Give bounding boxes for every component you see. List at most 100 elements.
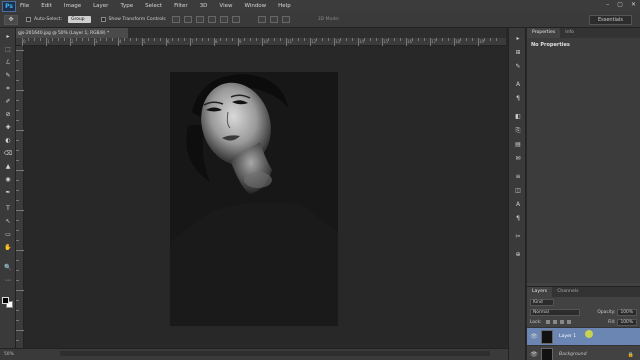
menu-help[interactable]: Help [278, 3, 291, 9]
ruler-tick [16, 120, 19, 121]
mouse-cursor-highlight [585, 330, 593, 338]
move-tool-preset[interactable]: ✥ [4, 14, 18, 25]
layer-row-background[interactable]: 👁 Background 🔒 [527, 345, 640, 360]
minimize-icon[interactable]: – [606, 1, 609, 8]
document-image[interactable] [170, 72, 338, 326]
lasso-tool-icon[interactable]: ℒ [3, 58, 13, 67]
ruler-tick [16, 210, 24, 211]
align-top-icon[interactable] [171, 16, 180, 23]
align-middle-icon[interactable] [183, 16, 192, 23]
menu-edit[interactable]: Edit [41, 3, 52, 9]
brush-panel-icon[interactable]: ✎ [513, 62, 523, 71]
menu-window[interactable]: Window [244, 3, 266, 9]
ruler-minor-tick [208, 38, 209, 41]
quick-select-tool-icon[interactable]: ✎ [3, 71, 13, 80]
menu-type[interactable]: Type [120, 3, 133, 9]
tab-info[interactable]: Info [560, 28, 579, 38]
path-selection-tool-icon[interactable]: ▭ [3, 230, 13, 239]
tab-channels[interactable]: Channels [552, 287, 583, 297]
options-bar: ✥ Auto-Select: Group Show Transform Cont… [0, 12, 640, 28]
lock-pixels-icon[interactable] [552, 320, 557, 324]
ruler-minor-tick [490, 38, 491, 41]
adjustments-panel-icon[interactable]: ≡ [513, 172, 523, 181]
blend-mode-select[interactable]: Normal [530, 308, 580, 316]
marquee-tool-icon[interactable]: ⬚ [3, 45, 13, 54]
menu-filter[interactable]: Filter [174, 3, 188, 9]
vertical-ruler[interactable] [16, 46, 24, 348]
ruler-minor-tick [88, 38, 89, 41]
rectangle-tool-icon[interactable]: ✋ [3, 243, 13, 252]
menu-3d[interactable]: 3D [200, 3, 208, 9]
crop-tool-icon[interactable]: ⌗ [3, 84, 13, 93]
layer-kind-filter[interactable]: Kind [530, 298, 554, 306]
lock-position-icon[interactable] [559, 320, 564, 324]
align-right-icon[interactable] [231, 16, 240, 23]
clone-source-panel-icon[interactable]: ⎘ [513, 126, 523, 135]
distribute-middle-icon[interactable] [269, 16, 278, 23]
horizontal-ruler[interactable]: 0 1 2 3 4 5 6 7 8 9 10 11 12 13 14 15 16 17 18 19 [16, 38, 506, 46]
move-tool-icon[interactable]: ▸ [3, 32, 13, 41]
dock-collapse-icon[interactable]: ▸ [513, 34, 523, 43]
healing-brush-tool-icon[interactable]: ⊘ [3, 110, 13, 119]
layer-row-layer-1[interactable]: 👁 Layer 1 [527, 327, 640, 345]
document-tab[interactable]: gjs-201640.jpg @ 50% (Layer 1, RGB/8) * [16, 28, 128, 38]
ruler-tick [16, 190, 19, 191]
ruler-tick-label: 6 [167, 39, 170, 44]
lock-transparent-icon[interactable] [545, 320, 550, 324]
styles-panel-icon[interactable]: ▤ [513, 140, 523, 149]
ruler-minor-tick [160, 38, 161, 41]
opacity-input[interactable]: 100% [617, 308, 637, 316]
menu-view[interactable]: View [219, 3, 232, 9]
eye-icon[interactable]: 👁 [527, 351, 541, 358]
hand-tool-icon[interactable]: 🔍 [3, 263, 13, 272]
eyedropper-tool-icon[interactable]: ✐ [3, 97, 13, 106]
menu-file[interactable]: File [20, 3, 29, 9]
close-icon[interactable]: ✕ [631, 1, 636, 8]
align-bottom-icon[interactable] [195, 16, 204, 23]
character-styles-panel-icon[interactable]: A [513, 200, 523, 209]
tab-layers[interactable]: Layers [527, 287, 553, 297]
foreground-color-swatch[interactable] [2, 297, 9, 304]
character-panel-icon[interactable]: A [513, 80, 523, 89]
fill-input[interactable]: 100% [617, 318, 637, 326]
distribute-bottom-icon[interactable] [281, 16, 290, 23]
notes-panel-icon[interactable]: ✉ [513, 154, 523, 163]
menu-image[interactable]: Image [64, 3, 81, 9]
horizontal-scrollbar[interactable] [60, 351, 490, 356]
menu-layer[interactable]: Layer [93, 3, 108, 9]
eraser-tool-icon[interactable]: ▲ [3, 162, 13, 171]
paragraph-panel-icon[interactable]: ¶ [513, 94, 523, 103]
swatches-panel-icon[interactable]: ◧ [513, 112, 523, 121]
transform-controls-checkbox[interactable]: Show Transform Controls [100, 17, 166, 22]
transform-controls-label: Show Transform Controls [108, 17, 166, 22]
auto-select-dropdown[interactable]: Group [68, 16, 91, 23]
zoom-level[interactable]: 50% [4, 352, 14, 357]
align-left-icon[interactable] [207, 16, 216, 23]
zoom-tool-icon[interactable]: ⋯ [3, 276, 13, 285]
align-center-icon[interactable] [219, 16, 228, 23]
paragraph-styles-panel-icon[interactable]: ¶ [513, 214, 523, 223]
clone-stamp-tool-icon[interactable]: ◐ [3, 136, 13, 145]
gradient-tool-icon[interactable]: ◉ [3, 175, 13, 184]
type-tool-icon[interactable]: ↖ [3, 217, 13, 226]
auto-select-checkbox[interactable]: Auto-Select: [26, 17, 62, 22]
dodge-tool-icon[interactable]: ✒ [3, 188, 13, 197]
navigator-panel-icon[interactable]: ◫ [513, 186, 523, 195]
workspace-switcher[interactable]: Essentials [588, 15, 632, 25]
lock-fill-row: Lock: Fill: 100% [527, 317, 640, 327]
lock-all-icon[interactable] [566, 320, 571, 324]
tab-properties[interactable]: Properties [527, 28, 561, 38]
history-panel-icon[interactable]: ⊞ [513, 48, 523, 57]
maximize-icon[interactable]: ▢ [617, 1, 623, 8]
ruler-tick [16, 290, 24, 291]
menu-select[interactable]: Select [145, 3, 162, 9]
distribute-top-icon[interactable] [257, 16, 266, 23]
pen-tool-icon[interactable]: T [3, 204, 13, 213]
ruler-tick [16, 140, 19, 141]
tool-presets-panel-icon[interactable]: ✂ [513, 232, 523, 241]
ruler-minor-tick [370, 38, 371, 41]
3d-panel-icon[interactable]: ⊕ [513, 250, 523, 259]
history-brush-tool-icon[interactable]: ⌫ [3, 149, 13, 158]
brush-tool-icon[interactable]: ✚ [3, 123, 13, 132]
eye-icon[interactable]: 👁 [527, 333, 541, 340]
